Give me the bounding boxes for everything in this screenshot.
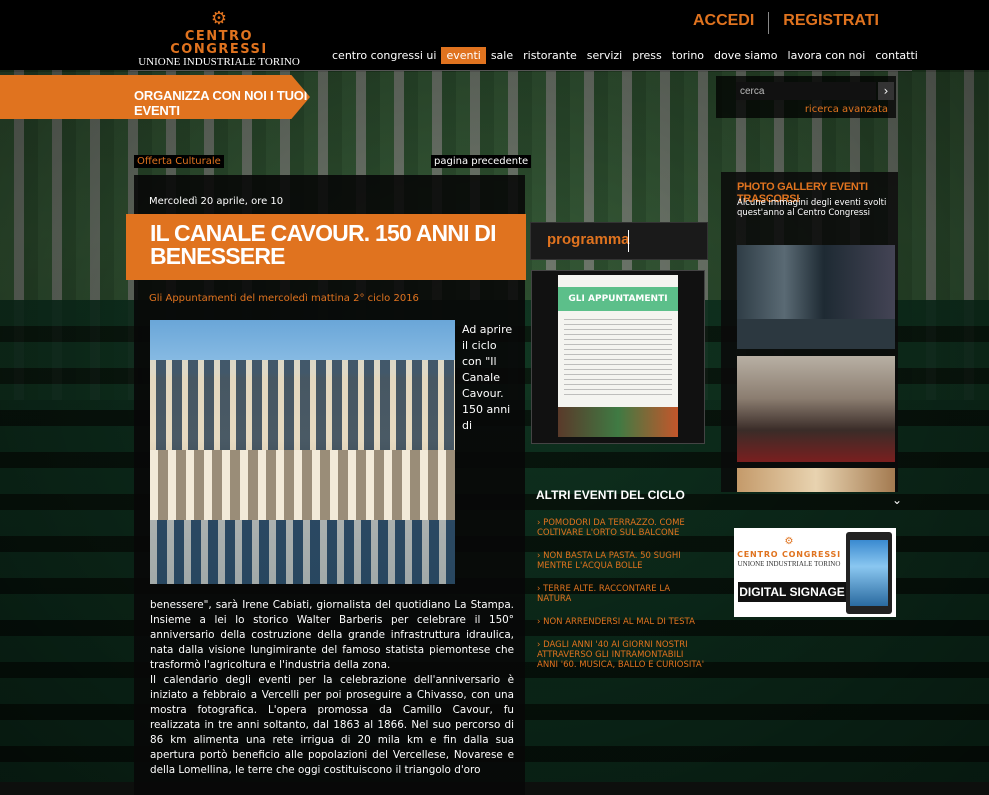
other-events-title: ALTRI EVENTI DEL CICLO xyxy=(536,488,685,502)
other-event-link[interactable]: › NON ARRENDERSI AL MAL DI TESTA xyxy=(537,617,707,627)
gallery-photo[interactable] xyxy=(737,245,895,349)
nav-item-press[interactable]: press xyxy=(627,47,667,64)
poster-page: GLI APPUNTAMENTI xyxy=(558,275,678,437)
organize-events-banner[interactable]: ORGANIZZA CON NOI I TUOI EVENTI xyxy=(0,75,310,119)
ad-logo-line-1: CENTRO CONGRESSI xyxy=(737,550,841,559)
logo-icon: ⚙ xyxy=(210,8,228,29)
nav-item-ristorante[interactable]: ristorante xyxy=(518,47,582,64)
logo-line-1: CENTRO CONGRESSI xyxy=(170,29,268,57)
article-intro: Ad aprire il ciclo con "Il Canale Cavour… xyxy=(462,323,513,432)
article-paragraph: Il calendario degli eventi per la celebr… xyxy=(150,674,514,776)
nav-item-centro-congressi[interactable]: centro congressi ui xyxy=(327,47,441,64)
photo-arches xyxy=(150,360,455,450)
nav-item-contatti[interactable]: contatti xyxy=(870,47,923,64)
digital-signage-ad[interactable]: ⚙ CENTRO CONGRESSI UNIONE INDUSTRIALE TO… xyxy=(734,528,896,617)
nav-item-eventi[interactable]: eventi xyxy=(441,47,486,64)
poster-title: GLI APPUNTAMENTI xyxy=(558,287,678,311)
register-link[interactable]: REGISTRATI xyxy=(769,12,893,34)
other-event-link[interactable]: › POMODORI DA TERRAZZO. COME COLTIVARE L… xyxy=(537,518,707,538)
nav-divider xyxy=(130,70,912,71)
search-input[interactable] xyxy=(736,82,876,100)
auth-links: ACCEDI REGISTRATI xyxy=(679,12,893,34)
other-event-link[interactable]: › TERRE ALTE. RACCONTARE LA NATURA xyxy=(537,584,707,604)
programma-header: programma xyxy=(530,222,708,260)
gallery-photo[interactable] xyxy=(737,356,895,462)
programma-poster[interactable]: GLI APPUNTAMENTI xyxy=(531,270,705,444)
programma-divider xyxy=(628,230,629,252)
chevron-down-icon[interactable]: ⌄ xyxy=(892,493,902,507)
site-logo[interactable]: ⚙ CENTRO CONGRESSI UNIONE INDUSTRIALE TO… xyxy=(134,8,304,68)
article-paragraph: benessere", sarà Irene Cabiati, giornali… xyxy=(150,599,514,671)
main-nav: centro congressi ui eventi sale ristoran… xyxy=(327,47,923,64)
login-link[interactable]: ACCEDI xyxy=(679,12,768,34)
canal-photo xyxy=(150,320,455,584)
nav-item-sale[interactable]: sale xyxy=(486,47,518,64)
ad-screen-image xyxy=(846,532,892,614)
logo-line-2: UNIONE INDUSTRIALE TORINO xyxy=(138,56,300,68)
gallery-description: Alcune immagini degli eventi svolti ques… xyxy=(737,198,887,218)
page-title: IL CANALE CAVOUR. 150 ANNI DI BENESSERE xyxy=(150,220,497,269)
other-event-link[interactable]: › DAGLI ANNI '40 AI GIORNI NOSTRI ATTRAV… xyxy=(537,640,707,670)
category-tag[interactable]: Offerta Culturale xyxy=(134,155,224,168)
ad-label: DIGITAL SIGNAGE xyxy=(738,582,846,602)
advanced-search-link[interactable]: ricerca avanzata xyxy=(805,104,888,115)
nav-item-servizi[interactable]: servizi xyxy=(582,47,627,64)
gallery-photo[interactable] xyxy=(737,468,895,492)
photo-pillars xyxy=(150,450,455,520)
title-bar: IL CANALE CAVOUR. 150 ANNI DI BENESSERE xyxy=(126,214,526,280)
other-events-list: › POMODORI DA TERRAZZO. COME COLTIVARE L… xyxy=(537,518,707,683)
article-subtitle: Gli Appuntamenti del mercoledì mattina 2… xyxy=(149,293,419,304)
banner-label: ORGANIZZA CON NOI I TUOI EVENTI xyxy=(134,88,308,118)
other-event-link[interactable]: › NON BASTA LA PASTA. 50 SUGHI MENTRE L'… xyxy=(537,551,707,571)
poster-footer xyxy=(558,407,678,437)
search-box: › ricerca avanzata xyxy=(716,76,896,118)
back-link[interactable]: pagina precedente xyxy=(431,155,532,168)
event-date: Mercoledì 20 aprile, ore 10 xyxy=(149,196,284,207)
nav-item-dove-siamo[interactable]: dove siamo xyxy=(709,47,782,64)
programma-label: programma xyxy=(547,231,630,248)
ad-logo-line-2: UNIONE INDUSTRIALE TORINO xyxy=(737,560,841,568)
article-body: benessere", sarà Irene Cabiati, giornali… xyxy=(150,598,514,778)
poster-text-lines xyxy=(564,319,672,399)
nav-item-lavora-con-noi[interactable]: lavora con noi xyxy=(783,47,871,64)
search-go-button[interactable]: › xyxy=(878,82,894,100)
photo-reflection xyxy=(150,520,455,584)
nav-item-torino[interactable]: torino xyxy=(667,47,709,64)
ad-logo-icon: ⚙ xyxy=(784,536,794,547)
